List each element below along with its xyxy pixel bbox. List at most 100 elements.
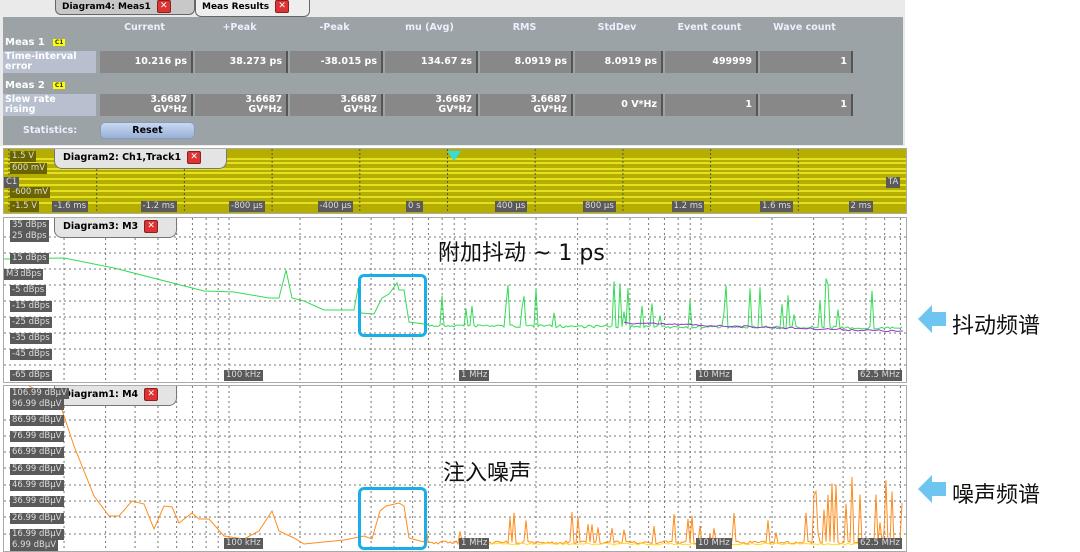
arrow-left-icon (918, 475, 946, 503)
column-header: +Peak (222, 22, 257, 33)
row-label: Slew rate rising (3, 94, 96, 116)
x-axis-label: 800 µs (583, 201, 616, 212)
noise-spectrum-trace-secondary (463, 542, 903, 546)
x-axis-label: 1 MHz (459, 370, 490, 381)
column-header: StdDev (597, 22, 637, 33)
source-badge[interactable]: C1 (52, 81, 66, 89)
value-cell: 3.6687 GV*Hz (480, 94, 573, 116)
tab-label: Diagram4: Meas1 (62, 2, 151, 12)
y-axis-label: 600 mV (10, 163, 48, 174)
x-axis-label: 10 MHz (696, 538, 732, 549)
y-axis-label: 56.99 dBµV (10, 464, 64, 475)
math-marker: M3 (4, 269, 21, 280)
y-axis-label: 106.99 dBµV (10, 388, 69, 399)
value-cell: 38.273 ps (195, 51, 288, 73)
meas-table: Current +Peak -Peak mu (Avg) RMS StdDev Event … (3, 17, 903, 145)
noise-spectrum-label: 噪声频谱 (952, 483, 1041, 508)
tab-diagram4[interactable]: Diagram4: Meas1 ✕ (55, 0, 195, 15)
column-header: Event count (677, 22, 742, 33)
y-axis-label: 96.99 dBµV (10, 399, 64, 410)
x-axis-label: 0 s (406, 201, 423, 212)
statistics-label: Statistics: (23, 125, 78, 136)
x-axis-label: 400 µs (494, 201, 528, 212)
diagram1-title: Diagram1: M4 (63, 389, 139, 400)
tab-label: Meas Results (202, 2, 270, 12)
tab-meas-results[interactable]: Meas Results ✕ (195, 0, 310, 17)
reset-button[interactable]: Reset (100, 122, 195, 139)
value-cell: 3.6687 GV*Hz (195, 94, 288, 116)
y-axis-label: 26.99 dBµV (10, 513, 64, 524)
column-header: -Peak (319, 22, 350, 33)
value-cell: 3.6687 GV*Hz (100, 94, 193, 116)
x-axis-label: 100 kHz (224, 370, 263, 381)
close-icon[interactable]: ✕ (187, 151, 202, 164)
y-axis-label: 25 dBps (10, 231, 49, 242)
y-axis-label: 1.5 V (10, 151, 37, 162)
x-axis-label: -800 µs (229, 201, 265, 212)
x-axis-label: 100 kHz (224, 538, 263, 549)
jitter-note: 附加抖动 ~ 1 ps (438, 241, 605, 266)
y-axis-label: -5 dBps (10, 285, 47, 296)
x-axis-label: 62.5 MHz (858, 538, 902, 549)
diagram1-tab[interactable]: Diagram1: M4 ✕ (54, 386, 177, 406)
y-axis-label: 86.99 dBµV (10, 415, 64, 426)
value-cell: 134.67 zs (385, 51, 478, 73)
value-cell: 10.216 ps (100, 51, 193, 73)
close-icon[interactable]: ✕ (156, 0, 171, 13)
diagram2-tab[interactable]: Diagram2: Ch1,Track1 ✕ (54, 149, 227, 169)
column-header: Current (124, 22, 165, 33)
meas-group-label: Meas 1 C1 (5, 37, 66, 48)
close-icon[interactable]: ✕ (275, 0, 290, 13)
y-axis-label: -45 dBps (10, 349, 52, 360)
x-axis-label: 1.2 ms (671, 201, 705, 212)
value-cell: 1 (760, 51, 853, 73)
y-axis-label: -35 dBps (10, 333, 52, 344)
x-axis-label: 10 MHz (696, 370, 732, 381)
diagram2[interactable]: Diagram2: Ch1,Track1 ✕ 1.5 V 600 mV -600 mV… (3, 148, 907, 214)
y-axis-label: 46.99 dBµV (10, 480, 64, 491)
value-cell: -38.015 ps (290, 51, 383, 73)
jitter-spectrum-trace (4, 257, 903, 330)
value-cell: 1 (760, 94, 853, 116)
y-axis-label: 15 dBps (10, 253, 49, 264)
diagram2-title: Diagram2: Ch1,Track1 (63, 152, 182, 163)
y-axis-label: 66.99 dBµV (10, 447, 64, 458)
value-cell: 3.6687 GV*Hz (290, 94, 383, 116)
meas-name: Meas 2 (5, 80, 45, 91)
y-axis-label: -600 mV (10, 187, 51, 198)
jitter-highlight-box (358, 274, 427, 337)
x-axis-label: 2 ms (848, 201, 874, 212)
x-axis-label: -400 µs (317, 201, 354, 212)
row-label: Time-interval error (3, 51, 96, 73)
x-axis-label: 1 MHz (459, 538, 490, 549)
column-header: RMS (512, 22, 537, 33)
source-badge[interactable]: C1 (52, 38, 66, 46)
y-axis-label: -1.5 V (10, 201, 40, 212)
value-cell: 8.0919 ps (575, 51, 663, 73)
y-axis-label: 16.99 dBµV (10, 529, 64, 540)
close-icon[interactable]: ✕ (144, 388, 159, 401)
close-icon[interactable]: ✕ (144, 220, 159, 233)
meas-name: Meas 1 (5, 37, 45, 48)
x-axis-label: -1.6 ms (52, 201, 88, 212)
column-header: Wave count (773, 22, 836, 33)
y-axis-label: -15 dBps (10, 301, 52, 312)
x-axis-label: -1.2 ms (140, 201, 177, 212)
x-axis-label: 62.5 MHz (858, 370, 902, 381)
diagram3-tab[interactable]: Diagram3: M3 ✕ (54, 218, 177, 238)
x-axis-label: 1.6 ms (760, 201, 793, 212)
value-cell: 1 (665, 94, 758, 116)
y-axis-label: 6.99 dBµV (10, 540, 59, 551)
value-cell: 8.0919 ps (480, 51, 573, 73)
meas-group-label: Meas 2 C1 (5, 80, 66, 91)
noise-highlight-box (358, 487, 427, 550)
arrow-left-icon (918, 305, 946, 333)
value-cell: 3.6687 GV*Hz (385, 94, 478, 116)
y-axis-label: -25 dBps (10, 317, 52, 328)
trigger-marker: TA (886, 177, 901, 188)
y-axis-label: 35 dBps (10, 220, 49, 231)
diagram3-title: Diagram3: M3 (63, 221, 139, 232)
y-axis-label: -65 dBps (10, 370, 52, 381)
y-axis-label: 36.99 dBµV (10, 496, 64, 507)
value-cell: 499999 (665, 51, 758, 73)
